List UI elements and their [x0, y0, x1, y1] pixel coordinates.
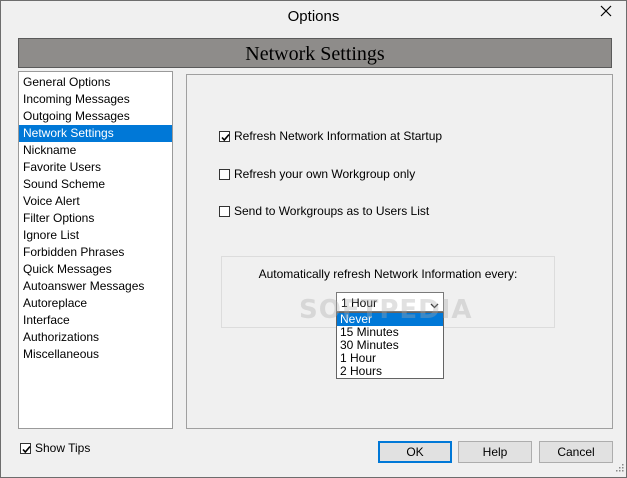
refresh-workgroup-checkbox[interactable] [219, 168, 230, 180]
nav-item-filter-options[interactable]: Filter Options [19, 210, 172, 227]
chevron-down-icon [430, 298, 439, 312]
help-button[interactable]: Help [458, 441, 532, 463]
auto-refresh-select[interactable]: 1 Hour [336, 292, 444, 312]
nav-item-favorite-users[interactable]: Favorite Users [19, 159, 172, 176]
cancel-button[interactable]: Cancel [539, 441, 613, 463]
nav-item-interface[interactable]: Interface [19, 312, 172, 329]
nav-item-nickname[interactable]: Nickname [19, 142, 172, 159]
section-title: Network Settings [245, 43, 385, 65]
close-icon [600, 5, 612, 20]
show-tips-label: Show Tips [35, 441, 91, 455]
send-workgroups-label: Send to Workgroups as to Users List [234, 204, 430, 218]
section-header: Network Settings [18, 38, 612, 68]
nav-item-voice-alert[interactable]: Voice Alert [19, 193, 172, 210]
nav-item-sound-scheme[interactable]: Sound Scheme [19, 176, 172, 193]
dropdown-option-2-hours[interactable]: 2 Hours [337, 365, 443, 378]
ok-button[interactable]: OK [378, 441, 452, 463]
check-icon [22, 445, 31, 453]
nav-item-autoanswer-messages[interactable]: Autoanswer Messages [19, 278, 172, 295]
refresh-workgroup-option[interactable]: Refresh your own Workgroup only [219, 167, 415, 181]
options-window: Options Network Settings General Options… [0, 0, 627, 478]
nav-item-outgoing-messages[interactable]: Outgoing Messages [19, 108, 172, 125]
check-icon [221, 133, 230, 141]
nav-item-network-settings[interactable]: Network Settings [19, 125, 172, 142]
refresh-workgroup-label: Refresh your own Workgroup only [234, 167, 416, 181]
auto-refresh-dropdown-list: Never 15 Minutes 30 Minutes 1 Hour 2 Hours [336, 312, 444, 379]
window-title: Options [287, 8, 340, 25]
close-button[interactable] [592, 3, 620, 21]
nav-item-quick-messages[interactable]: Quick Messages [19, 261, 172, 278]
nav-item-miscellaneous[interactable]: Miscellaneous [19, 346, 172, 363]
nav-item-authorizations[interactable]: Authorizations [19, 329, 172, 346]
nav-item-general-options[interactable]: General Options [19, 74, 172, 91]
refresh-startup-label: Refresh Network Information at Startup [234, 129, 443, 143]
title-bar[interactable]: Options [1, 1, 626, 32]
send-workgroups-checkbox[interactable] [219, 205, 230, 217]
category-list[interactable]: General Options Incoming Messages Outgoing… [18, 71, 173, 429]
nav-item-incoming-messages[interactable]: Incoming Messages [19, 91, 172, 108]
resize-grip-icon[interactable] [614, 461, 624, 475]
auto-refresh-label: Automatically refresh Network Informatio… [258, 267, 518, 281]
auto-refresh-value: 1 Hour [341, 296, 378, 310]
send-workgroups-option[interactable]: Send to Workgroups as to Users List [219, 204, 429, 218]
nav-item-forbidden-phrases[interactable]: Forbidden Phrases [19, 244, 172, 261]
nav-item-ignore-list[interactable]: Ignore List [19, 227, 172, 244]
refresh-startup-option[interactable]: Refresh Network Information at Startup [219, 129, 442, 143]
nav-item-autoreplace[interactable]: Autoreplace [19, 295, 172, 312]
show-tips-option[interactable]: Show Tips [20, 441, 90, 455]
refresh-startup-checkbox[interactable] [219, 130, 230, 142]
show-tips-checkbox[interactable] [20, 442, 31, 454]
